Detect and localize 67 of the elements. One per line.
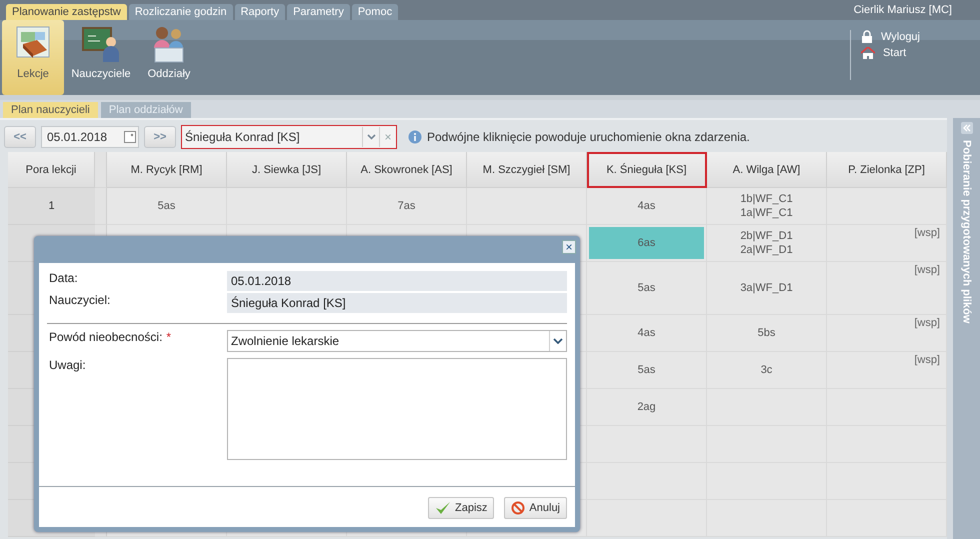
notes-field[interactable]	[227, 358, 567, 460]
column-header[interactable]: M. Rycyk [RM]	[107, 152, 227, 188]
no-entry-icon	[511, 501, 526, 515]
table-cell[interactable]: 4as	[587, 315, 707, 352]
table-cell[interactable]	[227, 188, 347, 225]
readonly-field: 05.01.2018	[227, 271, 567, 291]
view-tab[interactable]: Plan nauczycieli	[3, 102, 98, 118]
table-cell[interactable]	[827, 188, 947, 225]
support-tag: [wsp]	[914, 354, 940, 366]
collapse-icon	[960, 122, 972, 134]
lock-icon	[860, 30, 873, 43]
required-mark: *	[166, 330, 172, 344]
table-cell[interactable]: 5as	[107, 188, 227, 225]
table-cell[interactable]: 5as	[587, 262, 707, 315]
column-header[interactable]: A. Skowronek [AS]	[347, 152, 467, 188]
reason-select[interactable]: Zwolnienie lekarskie	[227, 330, 567, 352]
field-label: Nauczyciel:	[49, 293, 110, 307]
close-button[interactable]: ×	[562, 240, 576, 254]
teacher-select[interactable]: Śnieguła Konrad [KS] ×	[181, 125, 397, 149]
table-cell[interactable]: 5bs	[707, 315, 827, 352]
table-cell[interactable]: 3a|WF_D1	[707, 262, 827, 315]
table-cell[interactable]: 4as	[587, 188, 707, 225]
info-icon	[408, 130, 422, 144]
period-cell: 1	[8, 188, 95, 225]
table-cell[interactable]: [wsp]	[827, 352, 947, 389]
ribbon-button[interactable]: Oddziały	[138, 20, 200, 95]
menu-tab[interactable]: Planowanie zastępstw	[6, 4, 127, 20]
cancel-button[interactable]: Anuluj	[504, 497, 567, 519]
table-cell[interactable]: 2ag	[587, 389, 707, 426]
user-link[interactable]: Wyloguj	[860, 30, 920, 43]
column-header: Pora lekcji	[8, 152, 95, 188]
ribbon-button[interactable]: Lekcje	[2, 20, 64, 95]
chevron-down-icon	[553, 338, 563, 344]
table-cell[interactable]: 2b|WF_D1 2a|WF_D1	[707, 225, 827, 262]
table-cell[interactable]: 3c	[707, 352, 827, 389]
table-cell[interactable]: 5as	[587, 352, 707, 389]
table-cell[interactable]: 1b|WF_C1 1a|WF_C1	[707, 188, 827, 225]
support-tag: [wsp]	[914, 264, 940, 276]
chevron-down-icon	[366, 134, 376, 140]
ribbon-button[interactable]: Nauczyciele	[70, 20, 132, 95]
check-icon	[435, 501, 452, 515]
row-spacer	[95, 152, 107, 188]
hint-text: Podwójne kliknięcie powoduje uruchomienie okna zdarzenia.	[427, 130, 750, 144]
table-cell[interactable]	[467, 188, 587, 225]
field-label: Data:	[49, 271, 78, 285]
home-icon	[860, 47, 875, 59]
table-cell[interactable]: 7as	[347, 188, 467, 225]
user-link[interactable]: Start	[860, 47, 920, 59]
date-field[interactable]: 05.01.2018	[41, 126, 139, 148]
support-tag: [wsp]	[914, 227, 940, 239]
field-label: Powód nieobecności:	[49, 330, 162, 344]
column-header[interactable]: K. Śnieguła [KS]	[587, 152, 707, 188]
user-name: Cierlik Mariusz [MC]	[854, 4, 953, 16]
table-cell[interactable]: [wsp]	[827, 262, 947, 315]
column-header[interactable]: A. Wilga [AW]	[707, 152, 827, 188]
table-cell[interactable]: [wsp]	[827, 315, 947, 352]
chalkboard-teacher-icon	[81, 24, 121, 64]
support-tag: [wsp]	[914, 317, 940, 329]
column-header[interactable]: P. Zielonka [ZP]	[827, 152, 947, 188]
side-panel-title: Pobieranie przygotowanych plików	[960, 140, 972, 324]
readonly-field: Śnieguła Konrad [KS]	[227, 293, 567, 313]
calendar-icon	[124, 131, 136, 143]
column-header[interactable]: J. Siewka [JS]	[227, 152, 347, 188]
table-cell[interactable]: [wsp]	[827, 225, 947, 262]
field-label: Uwagi:	[49, 358, 86, 372]
column-header[interactable]: M. Szczygieł [SM]	[467, 152, 587, 188]
save-button[interactable]: Zapisz	[428, 497, 494, 519]
